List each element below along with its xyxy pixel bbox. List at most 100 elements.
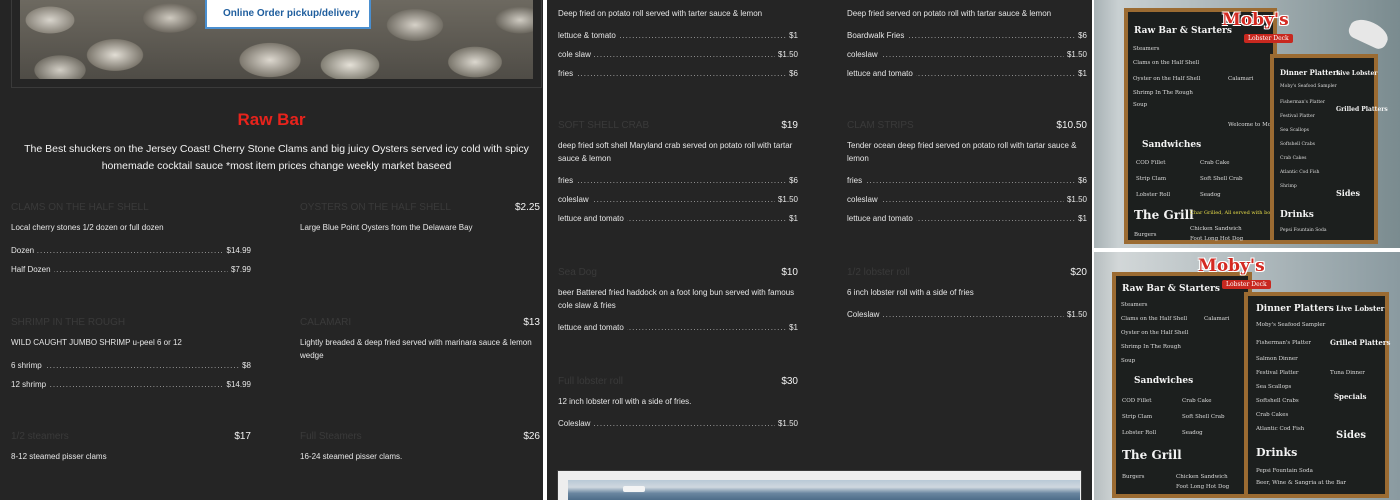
item-price: $26 (523, 431, 540, 442)
sign-text: Seadog (1182, 430, 1203, 436)
option-price: $1 (1075, 68, 1087, 80)
menu-item-calamari: CALAMARI $13 Lightly breaded & deep frie… (300, 316, 540, 362)
sign-text: Soft Shell Crab (1200, 176, 1243, 182)
sign-raw-bar-heading: Raw Bar & Starters (1134, 26, 1232, 36)
option-label: fries (558, 175, 577, 187)
sign-text: Moby's Seafood Sampler (1256, 322, 1326, 328)
sign-raw-bar-heading: Raw Bar & Starters (1122, 284, 1220, 294)
sign-text: Chicken Sandwich (1190, 226, 1242, 232)
option-price: $1.50 (1063, 194, 1087, 206)
item-description: Deep fried served on potato roll with ta… (847, 9, 1052, 18)
sign-text: Tuna Dinner (1330, 370, 1365, 376)
sign-grill-heading: The Grill (1134, 208, 1194, 222)
sign-text: Oyster on the Half Shell (1121, 330, 1189, 336)
option-label: lettuce & tomato (558, 30, 619, 42)
item-name: CALAMARI (300, 317, 352, 328)
item-name: Sea Dog (558, 267, 597, 278)
option-price: $1 (1075, 213, 1087, 225)
sign-text: Atlantic Cod Fish (1256, 426, 1305, 432)
sign-text: Burgers (1122, 474, 1145, 480)
sign-text: Crab Cake (1182, 398, 1212, 404)
sign-text: Calamari (1204, 316, 1230, 322)
sign-text: Calamari (1228, 76, 1254, 82)
sign-text: Oyster on the Half Shell (1133, 76, 1201, 82)
sign-text: Sea Scallops (1256, 384, 1292, 390)
option-label: 6 shrimp (11, 360, 45, 372)
sign-text: Salmon Dinner (1256, 356, 1298, 362)
clam-photo-frame: Online Order pickup/delivery (11, 0, 542, 88)
option-price: $14.99 (223, 379, 251, 391)
option-price: $14.99 (223, 245, 251, 257)
item-name: CLAM STRIPS (847, 120, 914, 131)
option-price: $1.50 (774, 49, 798, 61)
item-description: 8-12 steamed pisser clams (11, 452, 107, 461)
option-row: ........................................… (847, 175, 1087, 187)
option-row: ........................................… (847, 309, 1087, 321)
option-row: ........................................… (558, 68, 798, 80)
sign-text: Burgers (1134, 232, 1157, 238)
online-order-button[interactable]: Online Order pickup/delivery (205, 0, 371, 29)
boat-shape (623, 486, 645, 492)
harbor-photo (557, 470, 1082, 500)
option-label: Coleslaw (847, 309, 883, 321)
item-price: $10.50 (1056, 120, 1087, 131)
option-label: Coleslaw (558, 418, 594, 430)
option-row: ........................................… (847, 194, 1087, 206)
item-price: $20 (1070, 267, 1087, 278)
chalkboard-left: Raw Bar & Starters Steamers Clams on the… (1112, 272, 1252, 498)
sign-text: Festival Platter (1280, 114, 1315, 119)
chalkboard-left: Raw Bar & Starters Steamers Clams on the… (1124, 8, 1304, 244)
option-label: coleslaw (847, 194, 881, 206)
menu-item-soft-shell-crab: SOFT SHELL CRAB $19 deep fried soft shel… (558, 119, 798, 225)
option-price: $1.50 (774, 418, 798, 430)
option-label: lettuce and tomato (558, 213, 627, 225)
sign-text: Crab Cakes (1256, 412, 1289, 418)
menu-item-full-steamers: Full Steamers $26 16-24 steamed pisser c… (300, 430, 540, 463)
item-price: $17 (234, 431, 251, 442)
item-price: $13 (523, 317, 540, 328)
lobster-deck-label: Lobster Deck (1244, 34, 1293, 43)
option-label: cole slaw (558, 49, 594, 61)
sign-text: Softshell Crabs (1256, 398, 1299, 404)
sandwiches-panel: Deep fried on potato roll served with ta… (547, 0, 1092, 500)
option-label: Half Dozen (11, 264, 54, 276)
option-label: Dozen (11, 245, 38, 257)
option-price: $6 (786, 68, 798, 80)
option-label: coleslaw (847, 49, 881, 61)
item-description: deep fried soft shell Maryland crab serv… (558, 141, 793, 163)
mobys-logo: Moby's (1222, 10, 1289, 30)
sign-text: Live Lobster (1336, 70, 1378, 77)
option-price: $1 (786, 322, 798, 334)
sign-sandwiches-heading: Sandwiches (1142, 140, 1202, 150)
item-description: Lightly breaded & deep fried served with… (300, 338, 532, 360)
sign-grill-heading: The Grill (1122, 448, 1182, 462)
option-row: ........................................… (558, 175, 798, 187)
sign-text: COD Fillet (1136, 160, 1166, 166)
sign-text: Beer, Wine & Sangria at the Bar (1256, 480, 1347, 486)
item-price: $10 (781, 267, 798, 278)
option-row: ........................................… (847, 49, 1087, 61)
menu-item-clam-strips: CLAM STRIPS $10.50 Tender ocean deep fri… (847, 119, 1087, 225)
sign-text: Shrimp In The Rough (1133, 90, 1193, 96)
chalkboard-sign-photo: Raw Bar & Starters Steamers Clams on the… (1094, 0, 1400, 248)
option-label: lettuce and tomato (558, 322, 627, 334)
sign-text: COD Fillet (1122, 398, 1152, 404)
option-label: fries (847, 175, 866, 187)
item-description: 16-24 steamed pisser clams. (300, 452, 403, 461)
item-name: 1/2 steamers (11, 431, 69, 442)
item-description: beer Battered fried haddock on a foot lo… (558, 288, 795, 310)
sign-sides-heading: Sides (1336, 430, 1367, 441)
item-description: Local cherry stones 1/2 dozen or full do… (11, 223, 164, 232)
option-row: ........................................… (11, 379, 251, 391)
sign-text: Pepsi Fountain Soda (1256, 468, 1313, 474)
sign-dinner-heading: Dinner Platters (1280, 68, 1341, 77)
sign-text: Seadog (1200, 192, 1221, 198)
option-row: ........................................… (11, 264, 251, 276)
option-price: $1 (786, 213, 798, 225)
option-label: coleslaw (558, 194, 592, 206)
sign-text: Pepsi Fountain Soda (1280, 228, 1327, 233)
option-row: ........................................… (558, 418, 798, 430)
menu-item-fish-sandwich: Deep fried on potato roll served with ta… (558, 7, 798, 80)
sign-text: Lobster Roll (1122, 430, 1157, 436)
menu-item-shrimp-rough: SHRIMP IN THE ROUGH WILD CAUGHT JUMBO SH… (11, 316, 251, 391)
